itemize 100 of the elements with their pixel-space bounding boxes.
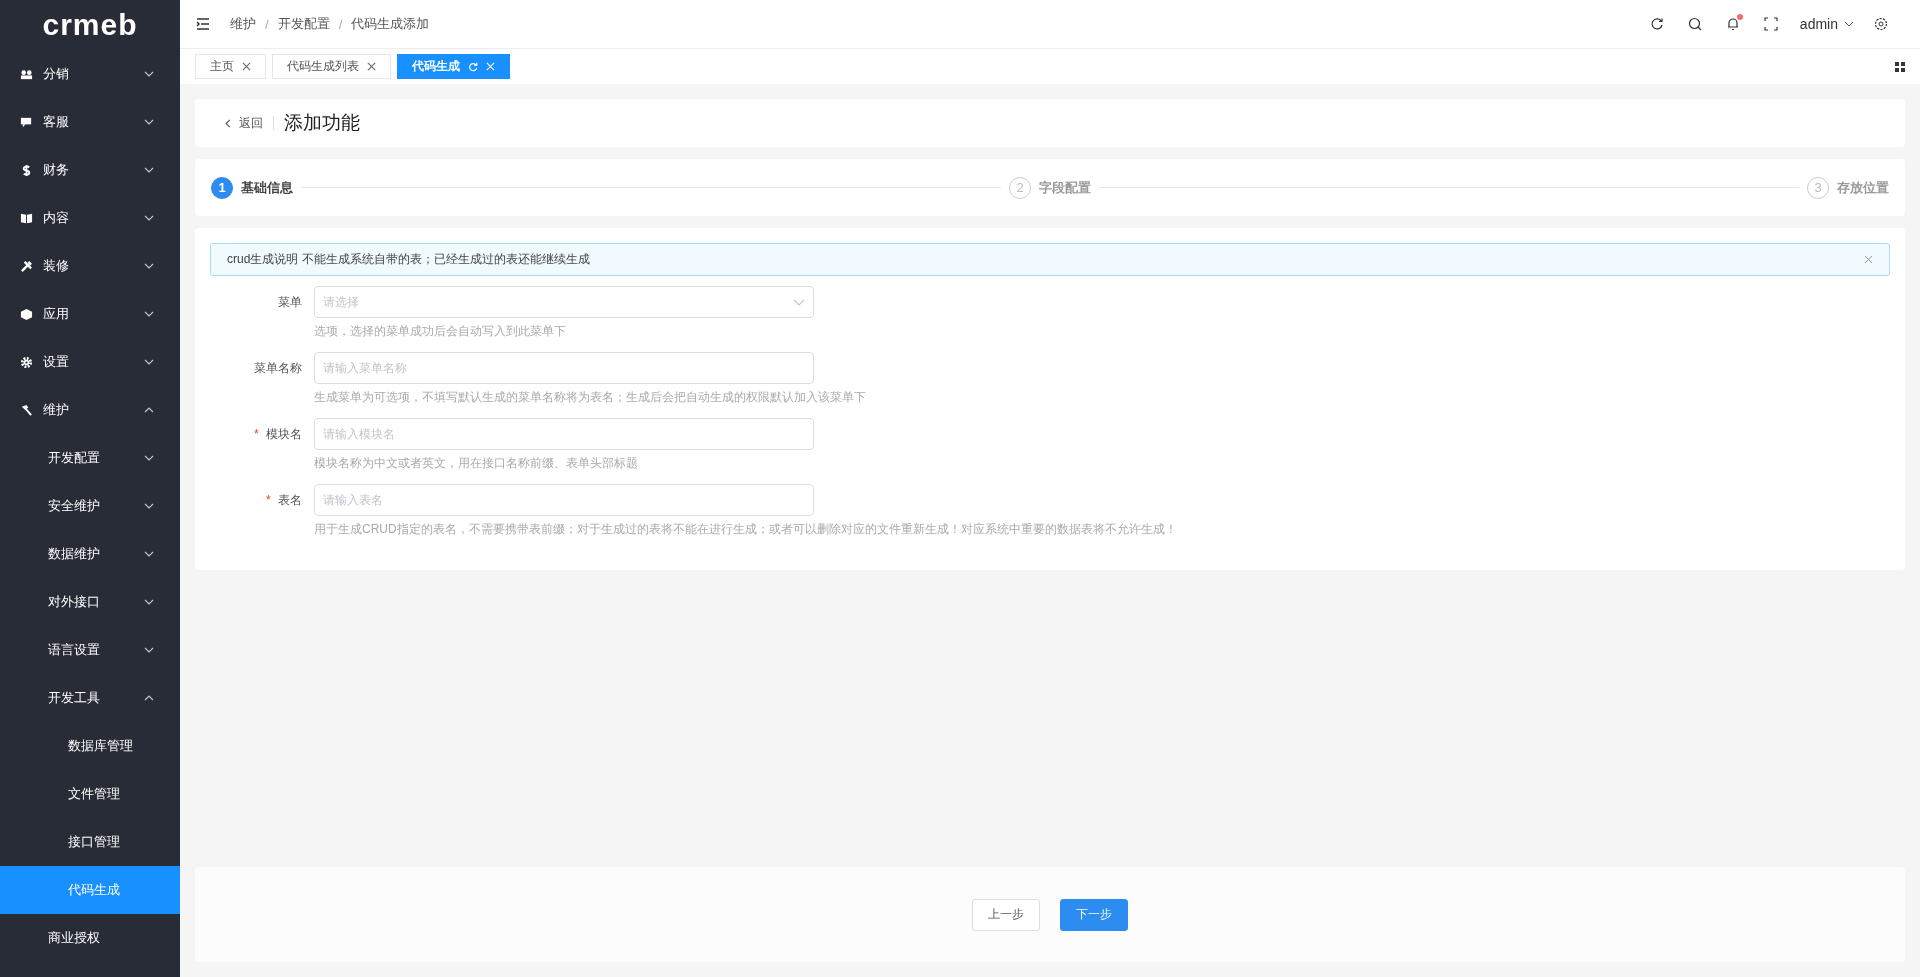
field-label: 菜单 [278, 295, 302, 309]
tab[interactable]: 主页 [195, 54, 266, 79]
chevron-down-icon [144, 71, 154, 77]
step-title: 基础信息 [241, 178, 293, 197]
sidebar-item[interactable]: 客服 [0, 98, 180, 146]
sidebar-item[interactable]: 设置 [0, 338, 180, 386]
fullscreen-icon[interactable] [1763, 17, 1778, 31]
dollar-icon [20, 163, 33, 177]
sidebar-item[interactable]: 开发配置 [0, 434, 180, 482]
sidebar-item-label: 维护 [43, 401, 70, 419]
required-asterisk: * [254, 427, 259, 441]
sidebar-item-label: 语言设置 [48, 641, 101, 659]
sidebar-item-label: 分销 [43, 65, 70, 83]
sidebar-item-label: 对外接口 [48, 593, 101, 611]
search-icon[interactable] [1687, 17, 1702, 31]
cube-icon [20, 307, 33, 321]
sidebar-item-label: 代码生成 [68, 881, 121, 899]
sidebar-item-label: 内容 [43, 209, 70, 227]
sidebar-item[interactable]: 接口管理 [0, 818, 180, 866]
help-text: 模块名称为中文或者英文，用在接口名称前缀、表单头部标题 [314, 456, 639, 470]
menu-icon[interactable] [196, 18, 210, 30]
sidebar-item[interactable]: 语言设置 [0, 626, 180, 674]
input-field[interactable]: 请输入菜单名称 [314, 352, 814, 384]
sidebar-item[interactable]: 内容 [0, 194, 180, 242]
sidebar-item-label: 数据维护 [48, 545, 101, 563]
sidebar-item[interactable]: 文件管理 [0, 770, 180, 818]
sidebar-item[interactable]: 装修 [0, 242, 180, 290]
chevron-down-icon [144, 311, 154, 317]
users-icon [20, 67, 33, 81]
page-title: 添加功能 [284, 111, 360, 135]
sidebar-item[interactable]: 开发工具 [0, 674, 180, 722]
sidebar-item[interactable]: 财务 [0, 146, 180, 194]
sidebar-item-label: 客服 [43, 113, 70, 131]
tools-icon [20, 259, 33, 273]
chat-icon [20, 115, 33, 129]
sidebar-item-label: 设置 [43, 353, 70, 371]
back-link[interactable]: 返回 [225, 114, 263, 132]
help-text: 选项，选择的菜单成功后会自动写入到此菜单下 [314, 324, 567, 338]
sidebar-item-label: 开发工具 [48, 689, 101, 707]
chevron-down-icon [144, 167, 154, 173]
sidebar-item-label: 商业授权 [48, 929, 101, 947]
sidebar-item[interactable]: 数据库管理 [0, 722, 180, 770]
chevron-down-icon [144, 215, 154, 221]
chevron-down-icon[interactable] [1844, 21, 1854, 27]
previous-button[interactable]: 上一步 [972, 898, 1040, 931]
step-number: 1 [211, 176, 233, 199]
chevron-down-icon [144, 263, 154, 269]
close-icon[interactable] [242, 62, 251, 71]
breadcrumb-item[interactable]: 开发配置 [277, 15, 330, 33]
help-text: 用于生成CRUD指定的表名，不需要携带表前缀；对于生成过的表将不能在进行生成；或者可以删除对应的文件重新生成！对应系统中重要的数据表将不允许生成！ [314, 522, 1177, 536]
chevron-up-icon [144, 695, 154, 701]
sidebar-item-label: 装修 [43, 257, 70, 275]
sidebar-item-label: 文件管理 [68, 785, 121, 803]
step-title: 字段配置 [1039, 178, 1091, 197]
chevron-down-icon [793, 298, 805, 306]
sidebar-item[interactable]: 分销 [0, 50, 180, 98]
chevron-up-icon [144, 407, 154, 413]
input-field[interactable]: 请输入表名 [314, 484, 814, 516]
close-icon[interactable] [367, 62, 376, 71]
hammer-icon [20, 403, 33, 417]
breadcrumb-separator: / [265, 16, 269, 32]
chevron-down-icon [144, 359, 154, 365]
sidebar-item-label: 应用 [43, 305, 70, 323]
sidebar-item-label: 安全维护 [48, 497, 101, 515]
chevron-down-icon [144, 455, 154, 461]
book-icon [20, 211, 33, 225]
sidebar-item[interactable]: 维护 [0, 386, 180, 434]
gear-icon [20, 355, 33, 369]
chevron-down-icon [144, 551, 154, 557]
breadcrumb-item[interactable]: 维护 [230, 15, 256, 33]
chevron-down-icon [144, 647, 154, 653]
chevron-left-icon[interactable] [225, 118, 231, 128]
sidebar-item[interactable]: 安全维护 [0, 482, 180, 530]
bell-icon[interactable] [1725, 17, 1740, 31]
logo: crmeb [41, 7, 139, 43]
breadcrumb-item: 代码生成添加 [351, 15, 430, 33]
sidebar-item-label: 数据库管理 [68, 737, 134, 755]
field-label: 菜单名称 [254, 361, 302, 375]
help-text: 生成菜单为可选项，不填写默认生成的菜单名称将为表名；生成后会把自动生成的权限默认加入该菜单下 [314, 390, 866, 404]
sidebar-item[interactable]: 商业授权 [0, 914, 180, 962]
chevron-down-icon [144, 599, 154, 605]
tab[interactable]: 代码生成列表 [272, 54, 391, 79]
field-label: 模块名 [266, 427, 302, 441]
chevron-down-icon [144, 119, 154, 125]
field-label: 表名 [278, 493, 302, 507]
refresh-icon[interactable] [1649, 17, 1664, 31]
sidebar-item-label: 财务 [43, 161, 70, 179]
settings-icon[interactable] [1874, 17, 1888, 31]
sidebar-item-label: 接口管理 [68, 833, 121, 851]
close-icon[interactable] [1864, 255, 1873, 264]
breadcrumb-separator: / [338, 16, 343, 32]
step-title: 存放位置 [1837, 178, 1889, 197]
sidebar-item[interactable]: 数据维护 [0, 530, 180, 578]
alert-text: crud生成说明 不能生成系统自带的表；已经生成过的表还能继续生成 [227, 251, 590, 268]
grid-icon[interactable] [1895, 61, 1905, 72]
chevron-down-icon [144, 503, 154, 509]
user-menu[interactable]: admin [1799, 16, 1838, 32]
sidebar-item[interactable]: 应用 [0, 290, 180, 338]
input-field[interactable]: 请输入模块名 [314, 418, 814, 450]
sidebar-item[interactable]: 对外接口 [0, 578, 180, 626]
